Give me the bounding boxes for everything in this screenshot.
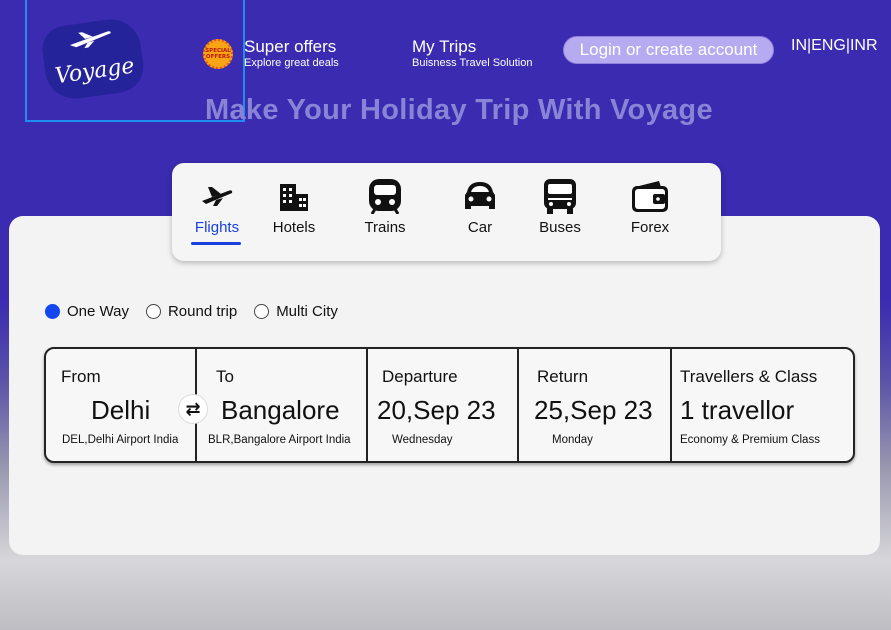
departure-label: Departure xyxy=(382,367,458,386)
my-trips-subtitle: Buisness Travel Solution xyxy=(412,57,533,69)
from-city: Delhi xyxy=(91,395,151,425)
radio-multi-city[interactable]: Multi City xyxy=(254,303,338,320)
logo-text: Voyage xyxy=(53,53,136,90)
travellers-class: Economy & Premium Class xyxy=(680,434,820,446)
bus-icon xyxy=(544,179,576,214)
wallet-icon xyxy=(632,181,668,212)
tab-trains[interactable]: Trains xyxy=(350,173,420,236)
tab-car[interactable]: Car xyxy=(445,173,515,236)
divider xyxy=(670,349,672,461)
radio-round-trip-indicator xyxy=(145,304,161,319)
super-offers-subtitle: Explore great deals xyxy=(244,57,339,69)
from-airport: DEL,Delhi Airport India xyxy=(62,434,179,446)
departure-day: Wednesday xyxy=(392,434,453,446)
radio-round-trip-label: Round trip xyxy=(167,303,238,320)
tab-buses-label: Buses xyxy=(539,219,581,236)
departure-date: 20,Sep 23 xyxy=(377,395,496,425)
to-label: To xyxy=(216,367,234,386)
return-day: Monday xyxy=(552,434,593,446)
tab-flights[interactable]: Flights xyxy=(182,173,252,236)
tab-buses[interactable]: Buses xyxy=(525,173,595,236)
my-trips-link[interactable]: My Trips Buisness Travel Solution xyxy=(412,37,532,69)
radio-multi-city-label: Multi City xyxy=(276,303,338,320)
login-button[interactable]: Login or create account xyxy=(563,36,774,64)
divider xyxy=(366,349,368,461)
to-city: Bangalore xyxy=(221,395,340,425)
travellers-label: Travellers & Class xyxy=(680,367,818,386)
to-airport: BLR,Bangalore Airport India xyxy=(208,434,351,446)
train-icon xyxy=(369,179,401,214)
radio-round-trip[interactable]: Round trip xyxy=(145,303,238,320)
return-label: Return xyxy=(537,367,589,386)
tab-forex-label: Forex xyxy=(630,219,670,236)
radio-one-way-indicator xyxy=(45,304,60,319)
tab-trains-label: Trains xyxy=(364,219,406,236)
radio-one-way-label: One Way xyxy=(67,303,129,320)
my-trips-title: My Trips xyxy=(412,37,477,56)
locale-selector[interactable]: IN|ENG|INR xyxy=(791,37,878,55)
hero-title: Make Your Holiday Trip With Voyage xyxy=(205,94,713,126)
tab-flights-label: Flights xyxy=(194,219,240,236)
radio-one-way[interactable]: One Way xyxy=(45,303,129,320)
tab-car-label: Car xyxy=(467,219,493,236)
airplane-icon xyxy=(202,187,233,206)
logo-airplane-icon xyxy=(69,31,111,49)
super-offers-link[interactable]: Super offers Explore great deals xyxy=(244,37,339,69)
travellers-count: 1 travellor xyxy=(680,395,795,425)
active-tab-indicator xyxy=(191,242,241,245)
super-offers-title: Super offers xyxy=(244,37,337,56)
tab-hotels-label: Hotels xyxy=(272,219,316,236)
radio-multi-city-indicator xyxy=(254,304,270,319)
hotel-icon xyxy=(280,184,308,211)
return-date: 25,Sep 23 xyxy=(534,395,653,425)
tab-hotels[interactable]: Hotels xyxy=(259,173,329,236)
from-label: From xyxy=(61,367,101,386)
special-offers-badge-icon: SPECIAL OFFERS xyxy=(203,39,233,69)
car-icon xyxy=(465,182,495,209)
category-tabs: Flights Hotels Trains Car Buses Forex xyxy=(172,163,721,261)
swap-arrows-icon: ⇄ xyxy=(185,398,201,420)
swap-cities-button[interactable]: ⇄ xyxy=(178,394,208,424)
tab-forex[interactable]: Forex xyxy=(615,173,685,236)
divider xyxy=(517,349,519,461)
trip-type-group: One Way Round trip Multi City xyxy=(45,303,355,320)
